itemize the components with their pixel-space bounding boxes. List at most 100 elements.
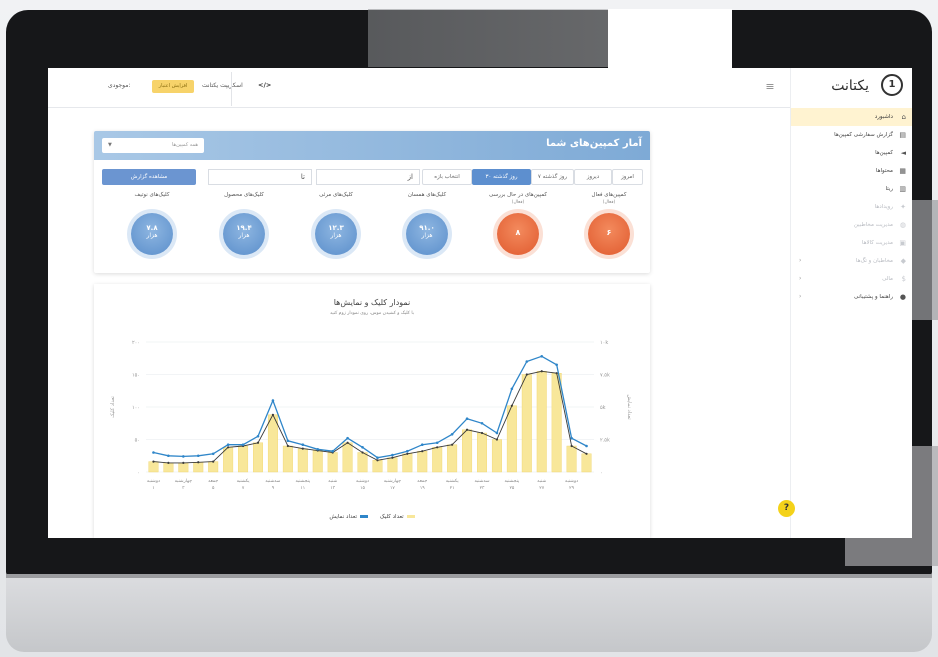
wallet-icon: $ bbox=[901, 275, 906, 283]
logo-text: یکتانت bbox=[831, 78, 869, 94]
menu-toggle-icon[interactable]: ≡ bbox=[762, 80, 778, 94]
click-bar bbox=[238, 445, 249, 473]
x-tick-number: ۱۷ bbox=[390, 486, 395, 491]
y-right-tick: ۰ bbox=[600, 470, 603, 476]
click-bar bbox=[342, 442, 353, 473]
sidebar-item[interactable]: ▥ ریتا bbox=[791, 180, 912, 198]
click-point bbox=[376, 459, 379, 462]
filter-today[interactable]: امروز bbox=[612, 169, 643, 185]
x-tick-number: ۳ bbox=[182, 485, 185, 491]
x-tick-number: ۵ bbox=[212, 486, 215, 491]
report-icon: ▤ bbox=[899, 131, 906, 139]
sidebar-item-label: کمپین‌ها bbox=[875, 150, 893, 156]
date-from-field[interactable]: از bbox=[316, 169, 420, 185]
stat-value: ۸ bbox=[515, 228, 521, 237]
chart-plot[interactable]: ۰ ۰ ۵۰ ۲.۵k ۱۰۰ ۵k ۱۵۰ ۷.۵k ۲۰۰ ۱۰k تعداد کلیک تعدا… bbox=[94, 322, 650, 512]
stat-unit: هزار bbox=[146, 232, 158, 239]
box-icon: ▣ bbox=[899, 239, 906, 247]
impression-point bbox=[495, 431, 499, 435]
x-tick-label: شنبه bbox=[537, 479, 546, 484]
monitor-edge-line bbox=[6, 574, 932, 578]
script-link[interactable]: اسکریپت یکتانت bbox=[202, 82, 243, 89]
click-point bbox=[346, 441, 349, 444]
sidebar-item[interactable]: ◍ مدیریت مخاطبین bbox=[791, 216, 912, 234]
stat-sub-label: (فعال) bbox=[602, 200, 616, 205]
top-bar: موجودی: افزایش اعتبار اسکریپت یکتانت </>… bbox=[48, 68, 790, 108]
legend-clicks-label: تعداد کلیک bbox=[379, 514, 404, 520]
legend-clicks[interactable]: تعداد کلیک bbox=[380, 514, 415, 520]
sidebar-item[interactable]: ▤ گزارش سفارشی کمپین‌ها bbox=[791, 126, 912, 144]
date-to-field[interactable]: تا bbox=[208, 169, 312, 185]
impression-point bbox=[391, 453, 394, 457]
sidebar-item-label: مالی bbox=[882, 276, 893, 282]
impression-point bbox=[555, 363, 558, 367]
legend-impressions[interactable]: تعداد نمایش bbox=[329, 514, 369, 520]
filter-30-days[interactable]: ۳۰ روز گذشته bbox=[472, 169, 531, 185]
stat-label: کلیک‌های محصول bbox=[224, 192, 264, 198]
impression-point bbox=[271, 399, 275, 402]
sidebar-item[interactable]: ✦ رویدادها bbox=[791, 198, 912, 216]
chart-legend: تعداد کلیک تعداد نمایش bbox=[94, 514, 650, 520]
click-bar bbox=[208, 461, 219, 473]
divider bbox=[231, 72, 232, 106]
x-tick-label: چهارشنبه bbox=[175, 479, 193, 484]
sidebar: یکتانت 1 ⌂ داشبورد ▤ گزارش سفارشی کمپین‌ها ◄… bbox=[790, 68, 912, 538]
x-tick-label: یکشنبه bbox=[446, 478, 460, 484]
sidebar-item[interactable]: ⌂ داشبورد bbox=[791, 108, 912, 126]
impression-point bbox=[570, 436, 573, 440]
y-left-tick: ۱۰۰ bbox=[132, 405, 140, 411]
sidebar-item[interactable]: ▣ مدیریت کالاها bbox=[791, 234, 912, 252]
show-report-button[interactable]: مشاهده گزارش bbox=[102, 169, 196, 185]
logo[interactable]: یکتانت 1 bbox=[815, 74, 905, 98]
click-bar bbox=[193, 462, 204, 473]
click-bar bbox=[506, 405, 517, 473]
x-tick-number: ۲۱ bbox=[450, 486, 455, 491]
stat-unit: هزار bbox=[330, 232, 342, 239]
campaign-stats-card: آمار کمپین‌های شما همه کمپین‌ها ▼ امروز … bbox=[94, 131, 650, 273]
event-icon: ✦ bbox=[900, 203, 906, 211]
click-point bbox=[197, 461, 200, 464]
sidebar-item[interactable]: $ مالی ‹ bbox=[791, 270, 912, 288]
x-tick-label: چهارشنبه bbox=[384, 479, 402, 484]
megaphone-icon: ◄ bbox=[900, 149, 906, 157]
impression-point bbox=[152, 451, 155, 454]
click-bar bbox=[432, 447, 443, 473]
click-point bbox=[182, 461, 185, 464]
legend-swatch bbox=[406, 515, 415, 518]
sidebar-item[interactable]: ● راهنما و پشتیبانی ‹ bbox=[791, 288, 912, 306]
stat-value: ۶ bbox=[606, 228, 612, 237]
impression-point bbox=[585, 444, 588, 448]
x-tick-label: یکشنبه bbox=[237, 478, 251, 484]
clicks-impressions-chart-card: نمودار کلیک و نمایش‌ها با کلیک و کشیدن م… bbox=[94, 284, 650, 538]
impression-point bbox=[316, 447, 320, 451]
click-point bbox=[421, 450, 424, 453]
stat-unit: هزار bbox=[421, 232, 433, 239]
campaign-select[interactable]: همه کمپین‌ها ▼ bbox=[102, 138, 204, 153]
filter-7-days[interactable]: ۷ روز گذشته bbox=[531, 169, 574, 185]
x-tick-label: شنبه bbox=[328, 479, 337, 484]
charge-credit-button[interactable]: افزایش اعتبار bbox=[152, 80, 194, 93]
click-bar bbox=[417, 450, 428, 473]
click-point bbox=[271, 413, 275, 416]
legend-impressions-label: تعداد نمایش bbox=[329, 514, 358, 520]
x-tick-label: جمعه bbox=[417, 479, 427, 484]
help-button[interactable]: ? bbox=[778, 500, 795, 517]
filter-custom-range[interactable]: انتخاب بازه bbox=[422, 169, 472, 185]
impression-point bbox=[465, 417, 469, 420]
click-bar bbox=[372, 460, 383, 473]
stat-label: کلیک‌های مرئی bbox=[319, 192, 353, 198]
click-point bbox=[465, 428, 469, 431]
y-left-tick: ۵۰ bbox=[135, 438, 140, 444]
sidebar-item[interactable]: ▦ محتواها bbox=[791, 162, 912, 180]
sidebar-item[interactable]: ◄ کمپین‌ها bbox=[791, 144, 912, 162]
click-point bbox=[570, 444, 573, 448]
code-icon[interactable]: </> bbox=[258, 81, 271, 89]
legend-swatch bbox=[360, 515, 369, 518]
click-bar bbox=[566, 445, 577, 473]
stat-sub-label: (فعال) bbox=[511, 200, 525, 205]
y-right-axis-label: تعداد نمایش bbox=[626, 394, 632, 420]
filter-yesterday[interactable]: دیروز bbox=[574, 169, 612, 185]
x-tick-label: دوشنبه bbox=[356, 479, 369, 484]
sidebar-item[interactable]: ◆ مخاطبان و تگ‌ها ‹ bbox=[791, 252, 912, 270]
click-bar bbox=[402, 453, 413, 473]
